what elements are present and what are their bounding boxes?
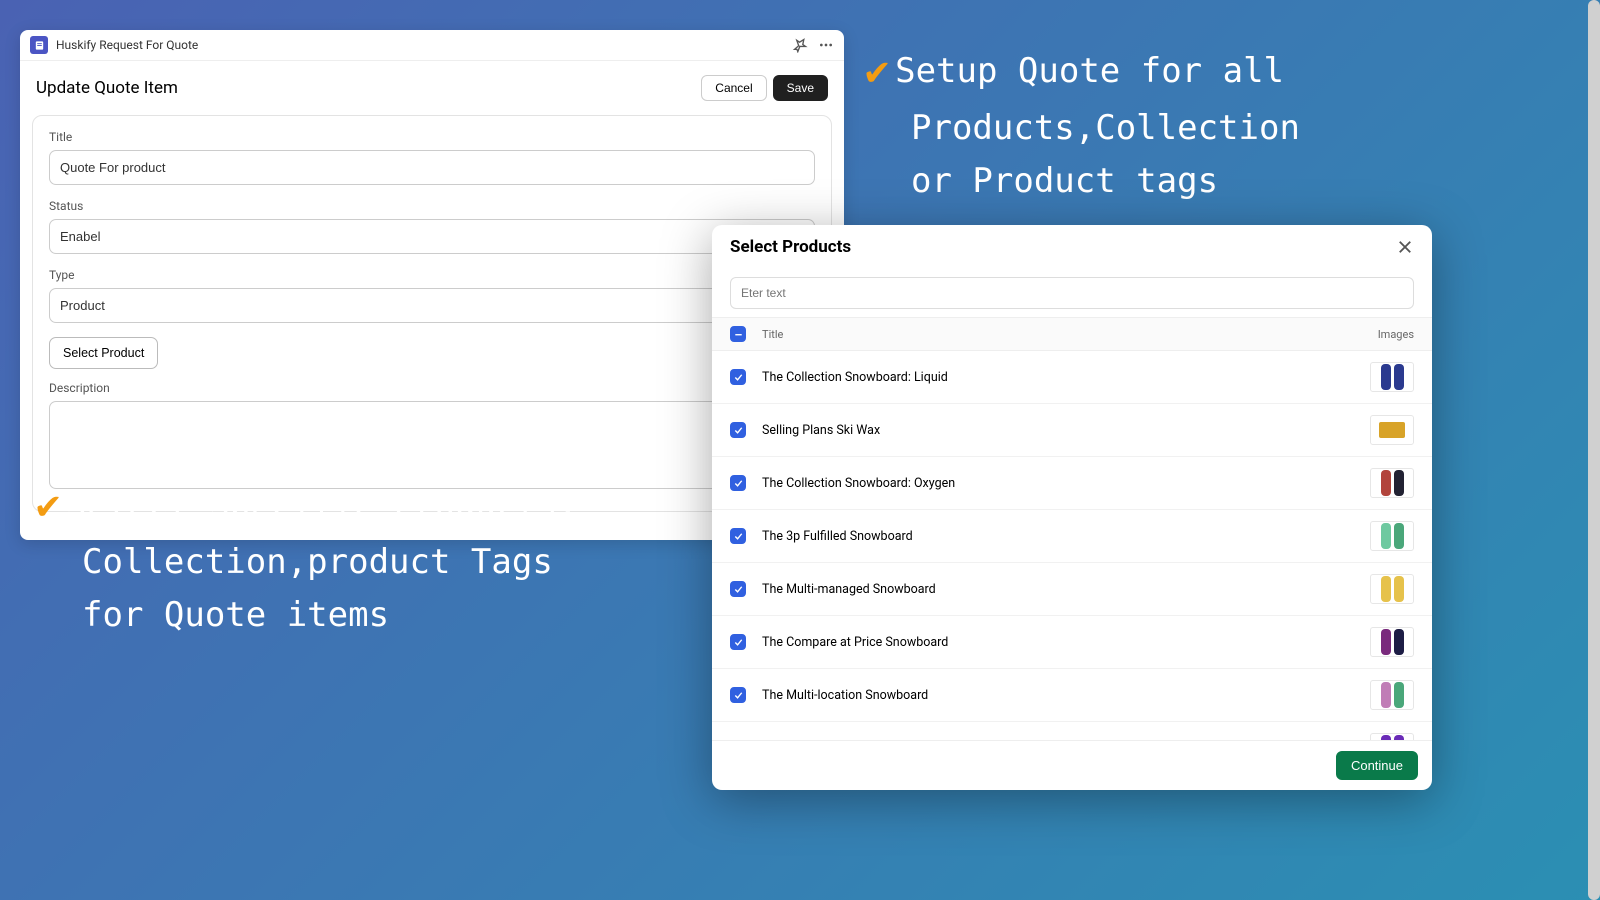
status-label: Status bbox=[49, 199, 815, 213]
cancel-button[interactable]: Cancel bbox=[701, 75, 766, 101]
row-checkbox[interactable] bbox=[730, 634, 746, 650]
table-row[interactable]: The Collection Snowboard: Liquid bbox=[712, 351, 1432, 404]
modal-title: Select Products bbox=[730, 237, 1396, 257]
check-icon: ✔ bbox=[36, 474, 60, 536]
page-scrollbar[interactable] bbox=[1588, 0, 1600, 900]
table-row[interactable]: The Compare at Price Snowboard bbox=[712, 616, 1432, 669]
page-title-row: Update Quote Item Cancel Save bbox=[20, 61, 844, 111]
search-input[interactable] bbox=[730, 277, 1414, 309]
table-row[interactable]: The Inventory Not Tracked Snowboard bbox=[712, 722, 1432, 740]
select-all-checkbox[interactable] bbox=[730, 326, 746, 342]
row-checkbox[interactable] bbox=[730, 475, 746, 491]
app-header: Huskify Request For Quote bbox=[20, 30, 844, 61]
column-images: Images bbox=[1344, 328, 1414, 341]
row-checkbox[interactable] bbox=[730, 581, 746, 597]
app-title: Huskify Request For Quote bbox=[56, 38, 792, 52]
save-button[interactable]: Save bbox=[773, 75, 828, 101]
row-checkbox[interactable] bbox=[730, 369, 746, 385]
continue-button[interactable]: Continue bbox=[1336, 751, 1418, 780]
row-title: The Multi-location Snowboard bbox=[762, 688, 1370, 703]
row-thumbnail bbox=[1370, 680, 1414, 710]
row-title: The 3p Fulfilled Snowboard bbox=[762, 529, 1370, 544]
type-input[interactable] bbox=[49, 288, 815, 323]
table-row[interactable]: The Multi-location Snowboard bbox=[712, 669, 1432, 722]
app-logo-icon bbox=[30, 36, 48, 54]
row-thumbnail bbox=[1370, 627, 1414, 657]
column-title: Title bbox=[762, 328, 1344, 341]
title-label: Title bbox=[49, 130, 815, 144]
table-row[interactable]: The Multi-managed Snowboard bbox=[712, 563, 1432, 616]
select-products-modal: Select Products Title Images The Collect… bbox=[712, 225, 1432, 790]
pin-icon[interactable] bbox=[792, 37, 808, 53]
row-checkbox[interactable] bbox=[730, 528, 746, 544]
row-title: Selling Plans Ski Wax bbox=[762, 423, 1370, 438]
title-input[interactable] bbox=[49, 150, 815, 185]
table-row[interactable]: The 3p Fulfilled Snowboard bbox=[712, 510, 1432, 563]
row-thumbnail bbox=[1370, 521, 1414, 551]
row-title: The Collection Snowboard: Oxygen bbox=[762, 476, 1370, 491]
close-icon[interactable] bbox=[1396, 238, 1414, 256]
more-icon[interactable] bbox=[818, 37, 834, 53]
description-label: Description bbox=[49, 381, 815, 395]
row-thumbnail bbox=[1370, 362, 1414, 392]
table-header: Title Images bbox=[712, 317, 1432, 351]
row-checkbox[interactable] bbox=[730, 422, 746, 438]
table-row[interactable]: Selling Plans Ski Wax bbox=[712, 404, 1432, 457]
page-title: Update Quote Item bbox=[36, 78, 701, 98]
type-label: Type bbox=[49, 268, 815, 282]
callout-top: ✔Setup Quote for all Products,Collection… bbox=[865, 40, 1300, 207]
row-thumbnail bbox=[1370, 468, 1414, 498]
row-title: The Multi-managed Snowboard bbox=[762, 582, 1370, 597]
select-product-button[interactable]: Select Product bbox=[49, 337, 158, 369]
row-thumbnail bbox=[1370, 415, 1414, 445]
row-thumbnail bbox=[1370, 733, 1414, 740]
table-row[interactable]: The Collection Snowboard: Oxygen bbox=[712, 457, 1432, 510]
callout-bottom: ✔Select Specific Products, Collection,pr… bbox=[36, 474, 578, 641]
row-title: The Collection Snowboard: Liquid bbox=[762, 370, 1370, 385]
row-checkbox[interactable] bbox=[730, 687, 746, 703]
row-thumbnail bbox=[1370, 574, 1414, 604]
check-icon: ✔ bbox=[865, 40, 889, 102]
status-select[interactable]: Enabel bbox=[49, 219, 815, 254]
row-title: The Compare at Price Snowboard bbox=[762, 635, 1370, 650]
